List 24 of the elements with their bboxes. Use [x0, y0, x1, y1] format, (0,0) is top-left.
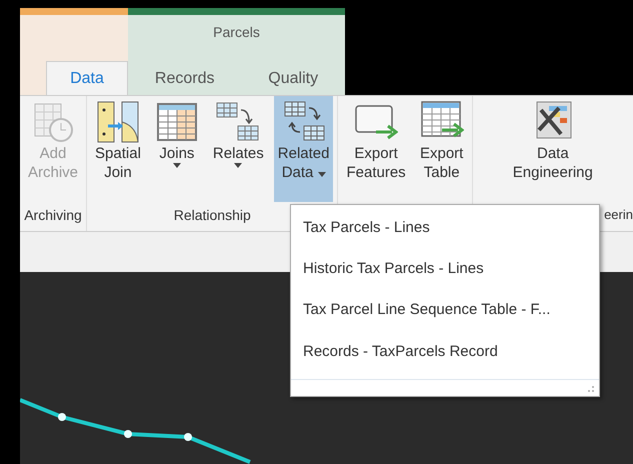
ribbon-button[interactable]: Relates	[208, 96, 268, 202]
ribbon-button[interactable]: Data Engineering	[508, 96, 597, 202]
vertex-dot	[184, 433, 192, 441]
spatial-join-icon	[96, 100, 140, 144]
vertex-dot	[124, 430, 132, 438]
menu-item[interactable]: Records - TaxParcels Record	[291, 338, 599, 379]
resize-grip-icon[interactable]	[587, 385, 595, 393]
ribbon-tab[interactable]: Data	[46, 61, 128, 95]
menu-item[interactable]: Tax Parcel Line Sequence Table - F...	[291, 296, 599, 338]
context-group-title: Parcels	[212, 23, 261, 40]
ribbon-button[interactable]: Spatial Join	[91, 96, 145, 202]
menu-item[interactable]: Tax Parcels - Lines	[291, 214, 599, 256]
ribbon-tab[interactable]: Records	[154, 61, 216, 95]
ribbon-tab[interactable]: Quality	[267, 61, 320, 95]
table-icon	[154, 100, 199, 144]
group-label: eerin	[604, 207, 633, 224]
ribbon-button[interactable]: Related Data	[274, 96, 334, 202]
group-label: Relationship	[174, 207, 251, 225]
ribbon-button[interactable]: Export Table	[416, 96, 468, 202]
group-label: Archiving	[24, 207, 82, 225]
menu-item[interactable]: Historic Tax Parcels - Lines	[291, 255, 599, 296]
ribbon-button[interactable]: Joins	[150, 96, 203, 202]
ribbon-button[interactable]: Export Features	[342, 96, 410, 202]
vertex-dot	[58, 413, 66, 421]
